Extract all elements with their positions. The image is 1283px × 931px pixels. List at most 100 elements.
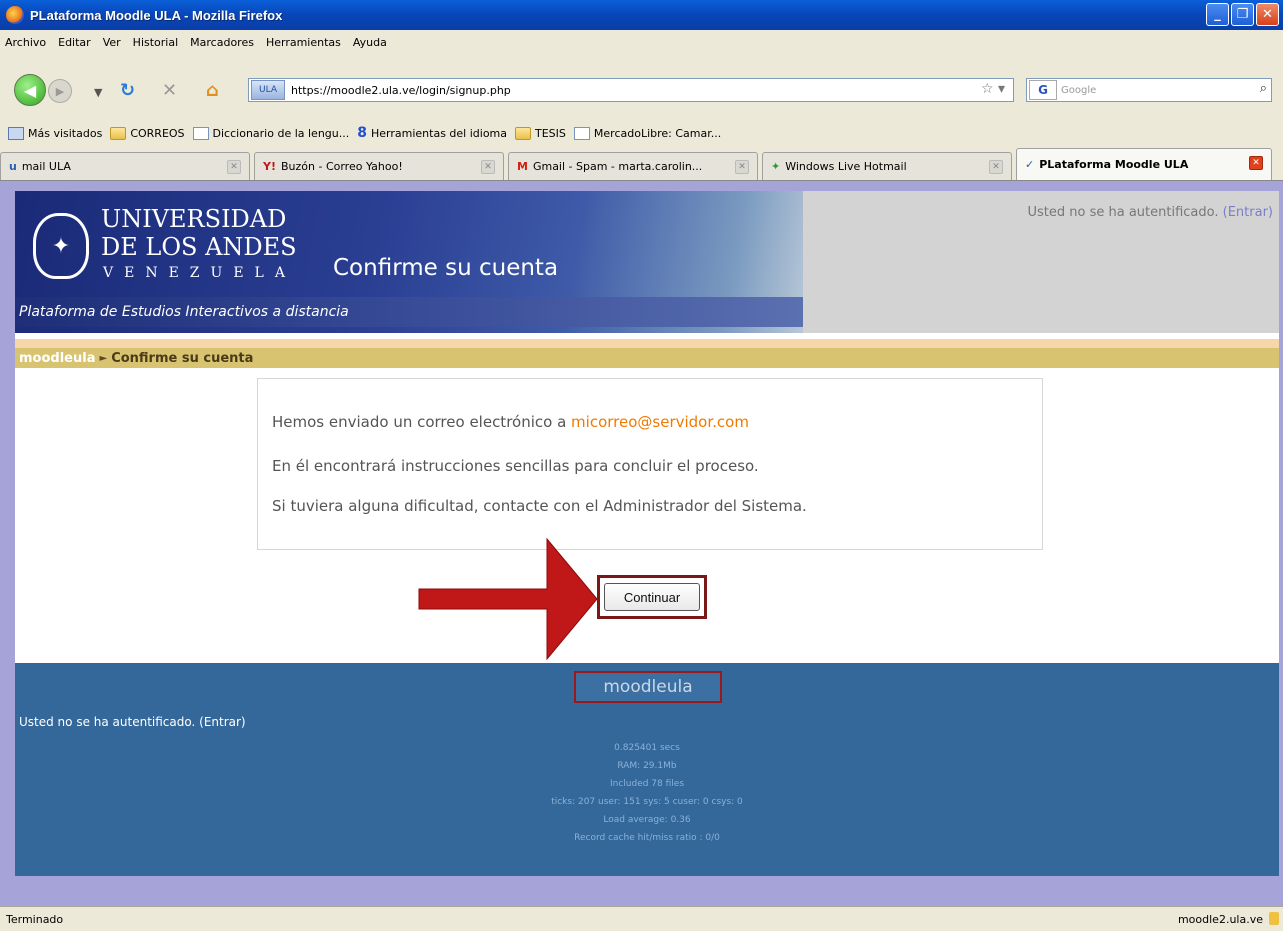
bookmark-star-icon[interactable]: ☆ ▾: [981, 81, 1005, 97]
menu-herramientas[interactable]: Herramientas: [266, 36, 341, 49]
search-bar[interactable]: G Google ⌕: [1026, 78, 1272, 102]
menu-editar[interactable]: Editar: [58, 36, 91, 49]
perf-line: Load average: 0.36: [603, 815, 691, 825]
performance-info: 0.825401 secs RAM: 29.1Mb Included 78 fi…: [15, 739, 1279, 847]
bookmark-tesis[interactable]: TESIS: [515, 126, 566, 140]
search-input[interactable]: Google: [1061, 85, 1096, 96]
close-button[interactable]: ✕: [1256, 3, 1279, 26]
message-line-3: Si tuviera alguna dificultad, contacte c…: [272, 497, 807, 515]
perf-line: Record cache hit/miss ratio : 0/0: [574, 833, 720, 843]
highlight-arrow-icon: [418, 537, 598, 661]
page-icon: [192, 126, 209, 140]
login-status: Usted no se ha autentificado. (Entrar): [1027, 205, 1274, 220]
maximize-button[interactable]: ❐: [1231, 3, 1254, 26]
tab-moodle-ula[interactable]: ✓ PLataforma Moodle ULA ✕: [1016, 148, 1272, 180]
university-name-line2: DE LOS ANDES: [101, 233, 297, 261]
nav-strip-border: [15, 339, 1279, 348]
reload-icon[interactable]: ↻: [120, 80, 135, 101]
navigation-toolbar: ◀ ▶ ▼ ↻ ✕ ⌂ ULA https://moodle2.ula.ve/l…: [0, 54, 1283, 120]
menu-ver[interactable]: Ver: [103, 36, 121, 49]
email-address: micorreo@servidor.com: [571, 413, 749, 431]
home-icon[interactable]: ⌂: [206, 80, 219, 101]
tab-close-icon[interactable]: ✕: [735, 160, 749, 174]
back-button[interactable]: ◀: [14, 74, 46, 106]
breadcrumb-separator: ►: [99, 352, 108, 364]
minimize-button[interactable]: _: [1206, 3, 1229, 26]
site-identity-icon[interactable]: ULA: [251, 80, 285, 100]
yahoo-favicon-icon: Y!: [263, 160, 276, 173]
lock-icon[interactable]: [1269, 912, 1279, 925]
footer-login-status: Usted no se ha autentificado. (Entrar): [19, 715, 246, 729]
tab-mail-ula[interactable]: u mail ULA ✕: [0, 152, 250, 180]
bookmark-mercadolibre[interactable]: MercadoLibre: Camar...: [573, 126, 721, 140]
window-title: PLataforma Moodle ULA - Mozilla Firefox: [30, 7, 283, 23]
university-name-line1: UNIVERSIDAD: [101, 205, 287, 233]
history-icon: [8, 126, 24, 140]
menu-bar: Archivo Editar Ver Historial Marcadores …: [0, 30, 1283, 54]
bookmark-herramientas-idioma[interactable]: 8 Herramientas del idioma: [357, 125, 507, 141]
menu-archivo[interactable]: Archivo: [5, 36, 46, 49]
tab-close-icon[interactable]: ✕: [227, 160, 241, 174]
perf-line: 0.825401 secs: [614, 743, 680, 753]
confirmation-message-box: Hemos enviado un correo electrónico a mi…: [257, 378, 1043, 550]
login-link[interactable]: (Entrar): [1223, 205, 1273, 220]
continue-button[interactable]: Continuar: [604, 583, 700, 611]
university-logo-area: ✦ UNIVERSIDAD DE LOS ANDES VENEZUELA Con…: [15, 191, 803, 333]
university-seal-icon: ✦: [33, 213, 89, 279]
bookmark-mas-visitados[interactable]: Más visitados: [8, 126, 102, 140]
continue-highlight-box: Continuar: [597, 575, 707, 619]
tab-yahoo[interactable]: Y! Buzón - Correo Yahoo! ✕: [254, 152, 504, 180]
history-dropdown-icon[interactable]: ▼: [94, 86, 102, 99]
google-icon: 8: [357, 125, 367, 141]
url-text[interactable]: https://moodle2.ula.ve/login/signup.php: [291, 84, 511, 97]
menu-ayuda[interactable]: Ayuda: [353, 36, 387, 49]
address-bar[interactable]: ULA https://moodle2.ula.ve/login/signup.…: [248, 78, 1014, 102]
bookmark-correos[interactable]: CORREOS: [110, 126, 185, 140]
perf-line: Included 78 files: [609, 779, 685, 789]
menu-historial[interactable]: Historial: [133, 36, 178, 49]
folder-icon: [515, 126, 532, 140]
status-bar: Terminado moodle2.ula.ve: [0, 906, 1283, 931]
firefox-icon: [6, 6, 24, 24]
moodle-favicon-icon: ✓: [1025, 158, 1035, 171]
breadcrumb-home-link[interactable]: moodleula: [19, 351, 95, 366]
perf-line: RAM: 29.1Mb: [617, 761, 677, 771]
tab-bar: u mail ULA ✕ Y! Buzón - Correo Yahoo! ✕ …: [0, 146, 1283, 180]
bookmark-diccionario[interactable]: Diccionario de la lengu...: [192, 126, 349, 140]
windows-live-favicon-icon: ✦: [771, 160, 781, 173]
search-icon[interactable]: ⌕: [1260, 81, 1267, 96]
page-footer: moodleula Usted no se ha autentificado. …: [15, 663, 1279, 876]
platform-tagline: Plataforma de Estudios Interactivos a di…: [19, 304, 349, 320]
forward-button[interactable]: ▶: [48, 79, 72, 103]
page-viewport: ✦ UNIVERSIDAD DE LOS ANDES VENEZUELA Con…: [0, 180, 1283, 906]
tab-hotmail[interactable]: ✦ Windows Live Hotmail ✕: [762, 152, 1012, 180]
tab-close-icon[interactable]: ✕: [481, 160, 495, 174]
message-line-1: Hemos enviado un correo electrónico a mi…: [272, 413, 749, 431]
status-text: Terminado: [6, 912, 64, 926]
google-icon[interactable]: G: [1029, 80, 1057, 100]
message-line-2: En él encontrará instrucciones sencillas…: [272, 457, 759, 475]
moodle-page: ✦ UNIVERSIDAD DE LOS ANDES VENEZUELA Con…: [15, 191, 1279, 876]
stop-icon[interactable]: ✕: [162, 80, 177, 101]
page-heading: Confirme su cuenta: [333, 255, 559, 281]
university-name-line3: VENEZUELA: [103, 265, 296, 281]
menu-marcadores[interactable]: Marcadores: [190, 36, 254, 49]
window-titlebar: PLataforma Moodle ULA - Mozilla Firefox …: [0, 0, 1283, 30]
folder-icon: [110, 126, 127, 140]
footer-logo[interactable]: moodleula: [574, 671, 722, 703]
moodle-favicon-icon: u: [9, 160, 17, 173]
page-icon: [573, 126, 590, 140]
tab-close-icon[interactable]: ✕: [989, 160, 1003, 174]
tab-gmail[interactable]: M Gmail - Spam - marta.carolin... ✕: [508, 152, 758, 180]
bookmarks-toolbar: Más visitados CORREOS Diccionario de la …: [0, 120, 1283, 146]
status-domain: moodle2.ula.ve: [1177, 913, 1263, 926]
page-banner: ✦ UNIVERSIDAD DE LOS ANDES VENEZUELA Con…: [15, 191, 1279, 333]
tab-close-icon[interactable]: ✕: [1249, 156, 1263, 170]
gmail-favicon-icon: M: [517, 160, 528, 173]
breadcrumb: moodleula ► Confirme su cuenta: [15, 348, 1279, 368]
perf-line: ticks: 207 user: 151 sys: 5 cuser: 0 csy…: [551, 797, 743, 807]
back-arrow-icon: ◀: [23, 80, 37, 100]
forward-arrow-icon: ▶: [55, 84, 65, 98]
footer-login-link[interactable]: (Entrar): [199, 715, 245, 729]
breadcrumb-current: Confirme su cuenta: [111, 350, 254, 366]
